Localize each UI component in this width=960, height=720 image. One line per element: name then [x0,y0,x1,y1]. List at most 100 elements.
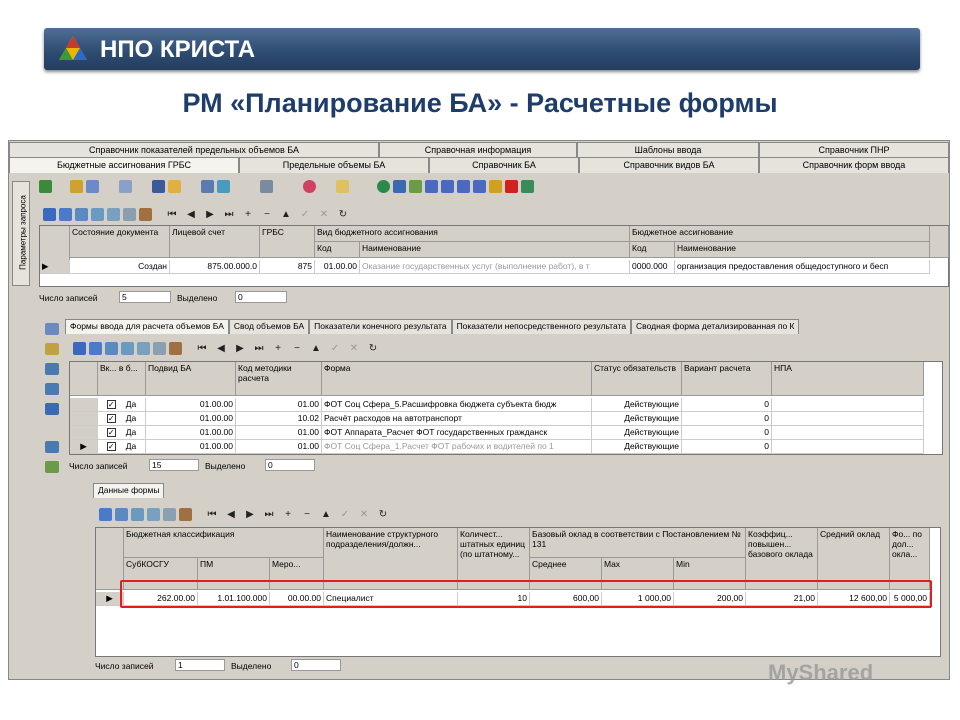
grid-edit-icon[interactable] [91,207,104,221]
confirm-icon[interactable]: ✓ [327,343,343,354]
col-grbs[interactable]: ГРБС [260,226,315,258]
cell-status[interactable]: Действующие [592,398,682,412]
cell-vid-code[interactable]: 01.00.00 [315,260,360,274]
tab-direct-results[interactable]: Показатели непосредственного результата [451,319,632,334]
remove-icon[interactable]: − [259,209,275,220]
cell-state[interactable]: Создан [70,260,170,274]
cancel-icon[interactable]: ✕ [346,343,362,354]
target-icon[interactable] [303,179,316,193]
tab-limit-volumes[interactable]: Предельные объемы БА [239,157,429,173]
cell-method[interactable]: 01.00 [236,440,322,454]
cell-npa[interactable] [772,412,924,426]
cell-account[interactable]: 875.00.000.0 [170,260,260,274]
next-icon[interactable]: ▶ [232,343,248,354]
prev-icon[interactable]: ◀ [213,343,229,354]
first-icon[interactable]: ⏮ [204,509,220,520]
next-icon[interactable]: ▶ [202,209,218,220]
grid-edit-icon[interactable] [131,507,144,521]
cell-method[interactable]: 01.00 [236,398,322,412]
col-ba-code[interactable]: Код [630,242,675,258]
grid-add-icon[interactable] [75,207,88,221]
col-form[interactable]: Форма [322,362,592,396]
col-method[interactable]: Код методики расчета [236,362,322,396]
col-ba-name[interactable]: Наименование [675,242,930,258]
cell-npa[interactable] [772,440,924,454]
col-include[interactable]: Вк... в б... [98,362,146,396]
lock-icon[interactable] [489,179,502,193]
copy-icon[interactable] [201,179,214,193]
cell-variant[interactable]: 0 [682,412,772,426]
cell-podvid[interactable]: 01.00.00 [146,398,236,412]
reload-icon[interactable]: ↻ [365,343,381,354]
tab-input-forms[interactable]: Формы ввода для расчета объемов БА [65,319,229,334]
grid-add-icon[interactable] [105,341,118,355]
up-icon[interactable]: ▲ [278,209,294,220]
cell-npa[interactable] [772,398,924,412]
include-checkbox[interactable]: ✓ [106,400,116,410]
cell-podvid[interactable]: 01.00.00 [146,440,236,454]
link-icon[interactable] [45,383,59,395]
arrows-icon[interactable] [137,341,150,355]
grid-add-icon[interactable] [115,507,128,521]
flag-icon[interactable] [139,207,152,221]
cell-inc[interactable]: ✓ Да [98,398,146,412]
reload-icon[interactable]: ↻ [375,509,391,520]
cell-form[interactable]: ФОТ Соц Сфера_1.Расчет ФОТ рабочих и вод… [322,440,592,454]
cell-variant[interactable]: 0 [682,398,772,412]
record-icon[interactable] [73,341,86,355]
cell-podvid[interactable]: 01.00.00 [146,426,236,440]
cancel-icon[interactable]: ✕ [316,209,332,220]
flag-icon[interactable] [169,341,182,355]
row-selector[interactable] [70,426,98,440]
cell-status[interactable]: Действующие [592,426,682,440]
cell-ba-code[interactable]: 0000.000 [630,260,675,274]
prev-icon[interactable]: ◀ [223,509,239,520]
users-icon[interactable] [425,179,438,193]
users-ok-icon[interactable] [457,179,470,193]
grid-icon[interactable] [59,207,72,221]
edit-icon[interactable] [336,179,349,193]
include-checkbox[interactable]: ✓ [106,428,116,438]
close-icon[interactable] [505,179,518,193]
tab-pnr-reference[interactable]: Справочник ПНР [759,142,949,158]
prev-icon[interactable]: ◀ [183,209,199,220]
eraser-icon[interactable] [393,179,406,193]
add-icon[interactable]: + [240,209,256,220]
row-selector[interactable] [70,398,98,412]
document-icon[interactable] [119,179,132,193]
col-account[interactable]: Лицевой счет [170,226,260,258]
tree-view-icon[interactable] [45,441,59,453]
col-state[interactable]: Состояние документа [70,226,170,258]
first-icon[interactable]: ⏮ [194,343,210,354]
cell-npa[interactable] [772,426,924,440]
chart-icon[interactable] [70,179,83,193]
confirm-icon[interactable]: ✓ [337,509,353,520]
cell-form[interactable]: Расчёт расходов на автотранспорт [322,412,592,426]
settings-icon[interactable] [45,323,59,335]
cell-variant[interactable]: 0 [682,426,772,440]
tab-ba-types-reference[interactable]: Справочник видов БА [579,157,759,173]
col-vid-name[interactable]: Наименование [360,242,630,258]
calendar-icon[interactable] [409,179,422,193]
last-icon[interactable]: ⏭ [251,343,267,354]
grid-edit-icon[interactable] [121,341,134,355]
cell-inc[interactable]: ✓ Да [98,426,146,440]
tab-summary[interactable]: Свод объемов БА [228,319,310,334]
cell-status[interactable]: Действующие [592,412,682,426]
list-icon[interactable] [163,507,176,521]
cell-status[interactable]: Действующие [592,440,682,454]
row-selector[interactable] [70,412,98,426]
query-params-tab[interactable]: Параметры запроса [12,181,30,286]
grid-icon[interactable] [99,507,112,521]
col-variant[interactable]: Вариант расчета [682,362,772,396]
record-icon[interactable] [43,207,56,221]
users-add-icon[interactable] [441,179,454,193]
open-folder-icon[interactable] [168,179,181,193]
col-npa[interactable]: НПА [772,362,924,396]
tab-input-forms-reference[interactable]: Справочник форм ввода [759,157,949,173]
list-icon[interactable] [153,341,166,355]
cell-method[interactable]: 10.02 [236,412,322,426]
cell-podvid[interactable]: 01.00.00 [146,412,236,426]
add-icon[interactable]: + [270,343,286,354]
tab-input-templates[interactable]: Шаблоны ввода [577,142,759,158]
